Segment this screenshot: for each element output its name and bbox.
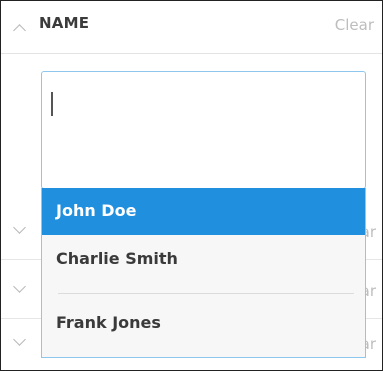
name-filter-header[interactable]: NAME Clear — [1, 1, 382, 54]
dropdown-option[interactable]: John Doe — [42, 188, 365, 235]
search-field[interactable] — [41, 71, 366, 189]
chevron-down-icon[interactable] — [13, 280, 26, 293]
filter-panel: NAME Clear ar ar ar John Doe Charlie Smi… — [0, 0, 383, 371]
option-label: Frank Jones — [56, 313, 161, 332]
chevron-up-icon[interactable] — [13, 24, 26, 37]
suggestion-dropdown: John Doe Charlie Smith Frank Jones — [41, 188, 366, 358]
option-divider — [58, 293, 354, 294]
filter-title: NAME — [39, 14, 90, 32]
search-input[interactable] — [52, 84, 356, 120]
dropdown-option[interactable]: Charlie Smith — [42, 236, 365, 283]
clear-button[interactable]: Clear — [335, 16, 374, 34]
dropdown-option[interactable]: Frank Jones — [42, 300, 365, 347]
option-label: Charlie Smith — [56, 249, 178, 268]
option-label: John Doe — [56, 201, 137, 220]
chevron-down-icon[interactable] — [13, 221, 26, 234]
chevron-down-icon[interactable] — [13, 333, 26, 346]
